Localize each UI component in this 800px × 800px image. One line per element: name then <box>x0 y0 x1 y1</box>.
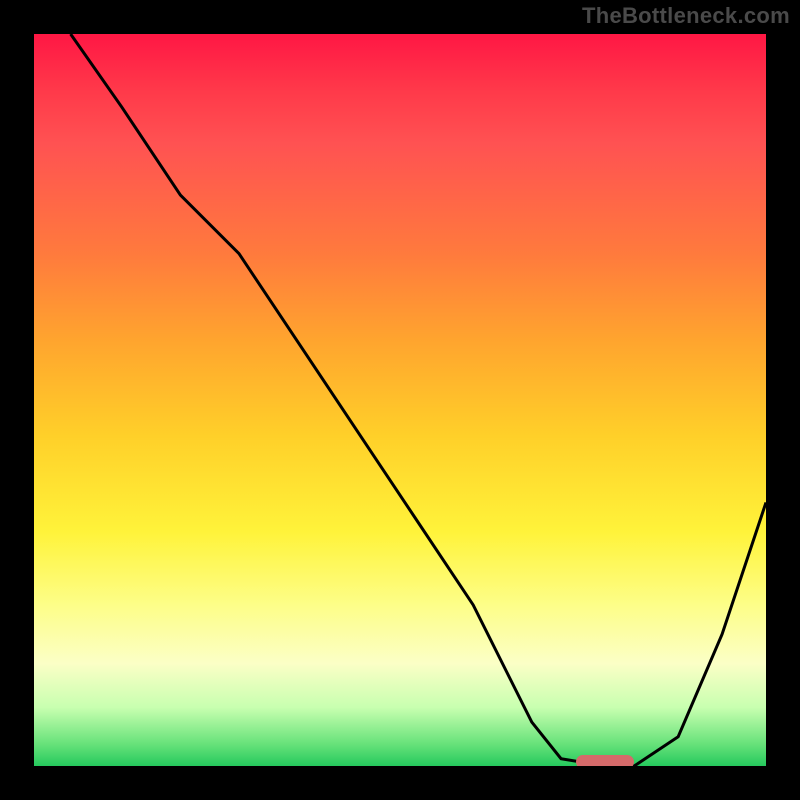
curve-path <box>71 34 766 766</box>
optimal-marker <box>576 755 635 769</box>
attribution-text: TheBottleneck.com <box>582 3 790 29</box>
bottleneck-curve <box>34 34 766 766</box>
chart-plot-area <box>30 30 770 770</box>
